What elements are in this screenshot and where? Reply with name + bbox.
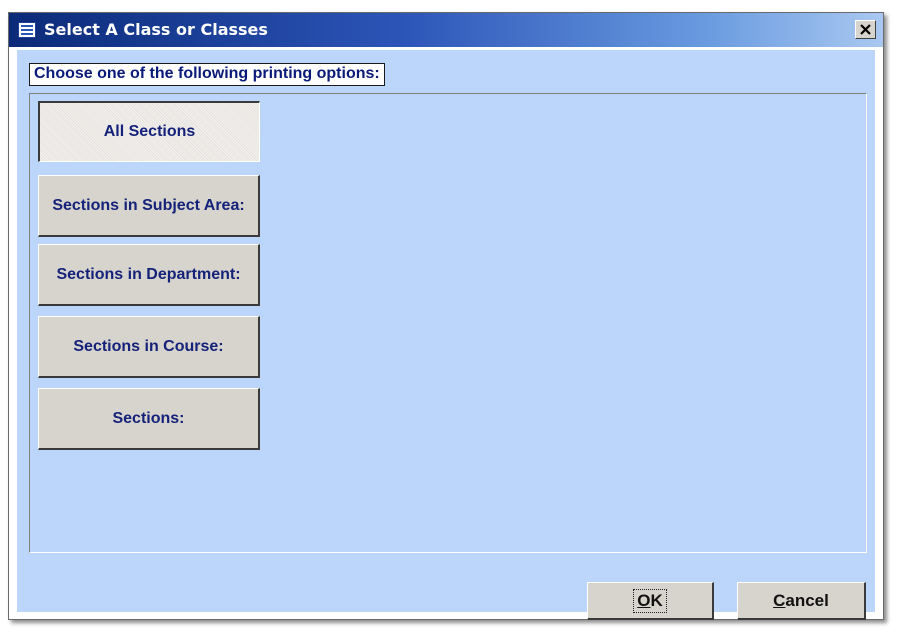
instruction-label: Choose one of the following printing opt… — [29, 63, 385, 86]
close-icon — [860, 24, 871, 35]
option-button-subject-area[interactable]: Sections in Subject Area: — [38, 175, 260, 237]
window-title: Select A Class or Classes — [44, 20, 268, 39]
cancel-button-label: Cancel — [773, 590, 829, 610]
ok-button[interactable]: OK — [587, 582, 714, 620]
option-button-department[interactable]: Sections in Department: — [38, 244, 260, 306]
close-button[interactable] — [855, 20, 876, 39]
title-bar[interactable]: Select A Class or Classes — [9, 13, 883, 47]
option-button-all-sections[interactable]: All Sections — [38, 101, 260, 162]
option-button-sections[interactable]: Sections: — [38, 388, 260, 450]
dialog-window: Select A Class or Classes Choose one of … — [8, 12, 884, 620]
ok-button-label: OK — [633, 588, 667, 613]
cancel-button[interactable]: Cancel — [737, 582, 866, 620]
form-icon — [18, 22, 36, 38]
option-button-course[interactable]: Sections in Course: — [38, 316, 260, 378]
dialog-client-area: Choose one of the following printing opt… — [17, 50, 875, 620]
options-panel: All Sections Sections in Subject Area: S… — [29, 93, 867, 553]
